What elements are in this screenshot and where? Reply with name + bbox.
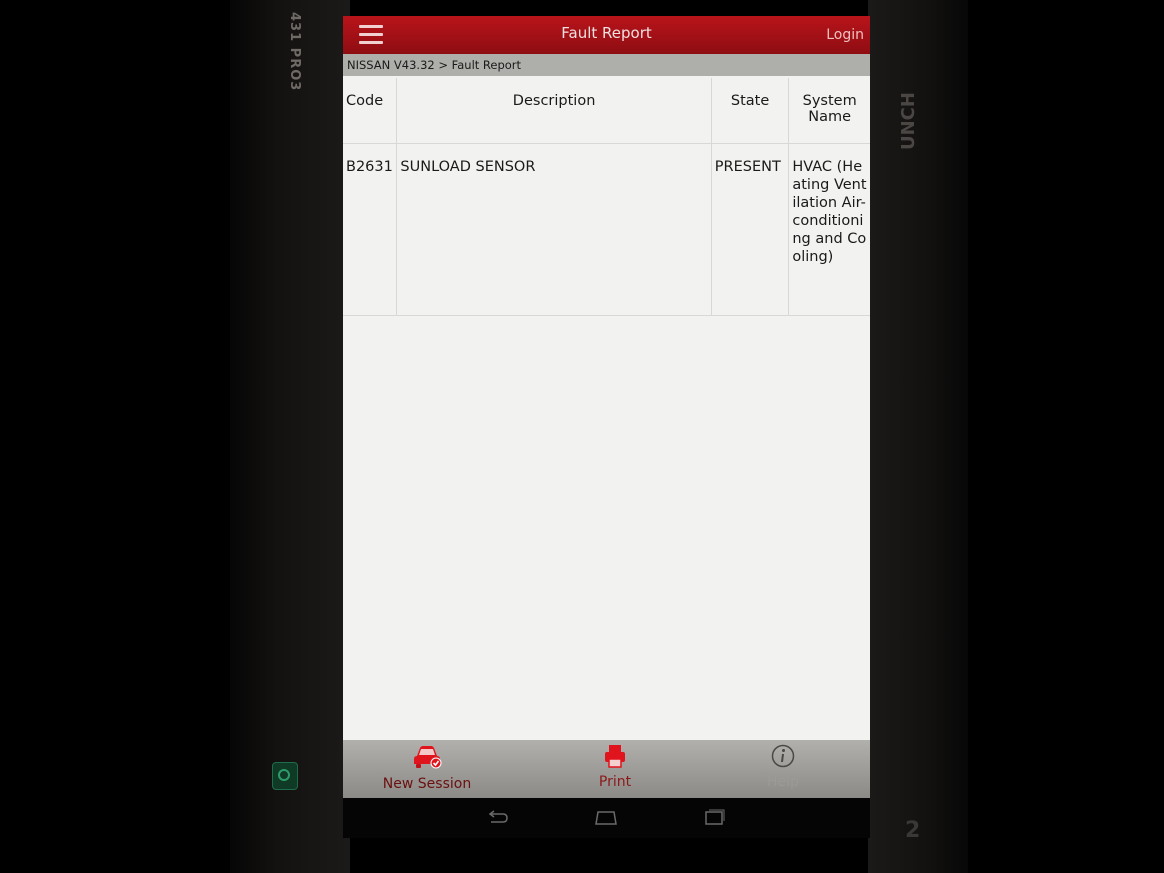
login-button[interactable]: Login: [826, 16, 864, 54]
back-arrow-icon[interactable]: [485, 808, 511, 828]
hardware-power-button[interactable]: [272, 762, 298, 790]
new-session-button[interactable]: New Session: [377, 744, 477, 794]
info-icon: [771, 744, 795, 768]
new-session-label: New Session: [382, 776, 472, 792]
page-title: Fault Report: [561, 24, 652, 42]
fault-description-cell: SUNLOAD SENSOR: [396, 143, 712, 316]
home-icon[interactable]: [593, 808, 619, 828]
print-button[interactable]: Print: [565, 744, 665, 794]
breadcrumb: NISSAN V43.32 > Fault Report: [343, 54, 870, 76]
device-number-label: 2: [905, 818, 921, 843]
print-label: Print: [598, 774, 632, 790]
help-button[interactable]: Help: [743, 744, 823, 794]
column-header-state: State: [711, 78, 790, 144]
recent-apps-icon[interactable]: [701, 808, 727, 828]
fault-state-cell: PRESENT: [711, 143, 790, 316]
title-bar: Fault Report Login: [343, 16, 870, 54]
printer-icon: [605, 745, 625, 768]
hamburger-menu-icon[interactable]: [359, 25, 383, 45]
device-frame-left: [230, 0, 350, 873]
device-brand-label: 431 PRO3: [287, 12, 302, 92]
table-header-row: Code Description State System Name: [343, 78, 870, 144]
fault-code-cell: B2631: [343, 143, 398, 316]
car-check-icon: [414, 746, 442, 769]
help-label: Help: [767, 774, 799, 790]
column-header-system-name: System Name: [788, 78, 870, 144]
fault-system-name-cell: HVAC (Heating Ventilation Air-conditioni…: [788, 143, 870, 316]
column-header-description: Description: [396, 78, 712, 144]
fault-table: Code Description State System Name B2631…: [343, 78, 870, 316]
bottom-toolbar: New Session Print Help: [343, 740, 870, 798]
column-header-code: Code: [343, 78, 398, 144]
system-nav-bar: [343, 798, 870, 838]
table-row[interactable]: B2631 SUNLOAD SENSOR PRESENT HVAC (Heati…: [343, 143, 870, 316]
device-brand-label-right: UNCH: [898, 92, 919, 150]
app-screen: Fault Report Login NISSAN V43.32 > Fault…: [343, 16, 870, 798]
